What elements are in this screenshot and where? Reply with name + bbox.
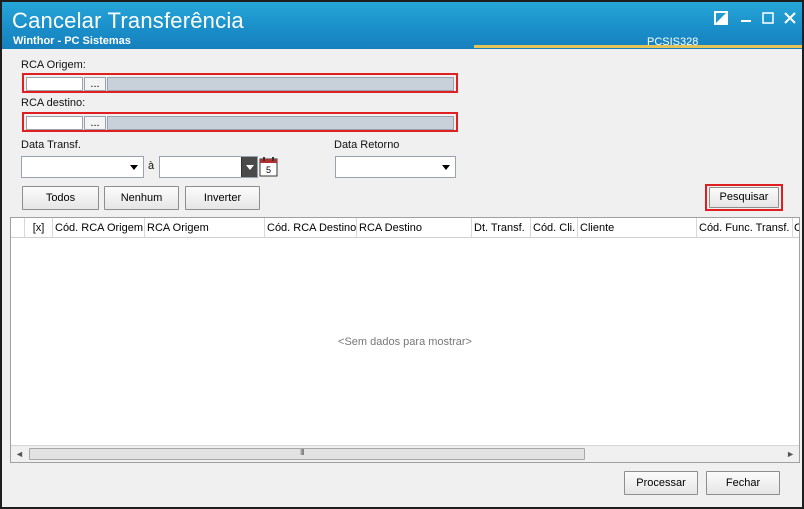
- row-indicator-column: [11, 218, 25, 238]
- column-select[interactable]: [x]: [25, 218, 53, 238]
- data-transf-start-dropdown[interactable]: [21, 156, 144, 178]
- footer-bar: Processar Fechar: [2, 465, 802, 507]
- data-retorno-label: Data Retorno: [334, 139, 400, 151]
- todos-button[interactable]: Todos: [22, 186, 99, 210]
- scroll-right-icon[interactable]: ►: [786, 449, 795, 459]
- filter-panel: RCA Origem: ... RCA destino: ... Data Tr…: [2, 49, 802, 215]
- close-icon[interactable]: [783, 11, 797, 25]
- pesquisar-button[interactable]: Pesquisar: [709, 187, 779, 208]
- column-cod-func-transf[interactable]: Cód. Func. Transf.: [697, 218, 793, 238]
- inverter-button[interactable]: Inverter: [185, 186, 260, 210]
- fechar-button[interactable]: Fechar: [706, 471, 780, 495]
- data-transf-label: Data Transf.: [21, 139, 81, 151]
- data-retorno-dropdown[interactable]: [335, 156, 456, 178]
- column-cod-rca-origem[interactable]: Cód. RCA Origem: [53, 218, 145, 238]
- scroll-left-icon[interactable]: ◄: [15, 449, 24, 459]
- rca-destino-code-input[interactable]: [26, 116, 83, 130]
- rca-origem-label: RCA Origem:: [21, 59, 86, 71]
- title-accent-line: [474, 45, 802, 48]
- maximize-icon[interactable]: [761, 11, 775, 25]
- rca-origem-lookup-button[interactable]: ...: [84, 77, 106, 91]
- scrollbar-thumb[interactable]: III: [29, 448, 585, 460]
- column-truncated[interactable]: C: [793, 218, 799, 238]
- restore-icon[interactable]: [714, 11, 728, 25]
- rca-origem-name-field: [107, 77, 454, 91]
- nenhum-button[interactable]: Nenhum: [104, 186, 179, 210]
- column-cod-cli[interactable]: Cód. Cli.: [531, 218, 578, 238]
- processar-button[interactable]: Processar: [624, 471, 698, 495]
- app-window: Cancelar Transferência Winthor - PC Sist…: [0, 0, 804, 509]
- window-title: Cancelar Transferência: [12, 8, 244, 33]
- date-range-separator: à: [148, 160, 155, 172]
- chevron-down-icon: [130, 165, 138, 170]
- rca-destino-lookup-button[interactable]: ...: [84, 116, 106, 130]
- minimize-icon[interactable]: [739, 11, 753, 25]
- chevron-down-icon: [241, 157, 257, 177]
- calendar-icon[interactable]: 5: [259, 157, 278, 177]
- title-bar: Cancelar Transferência Winthor - PC Sist…: [2, 2, 802, 49]
- horizontal-scrollbar[interactable]: ◄ III ►: [11, 445, 799, 462]
- window-subtitle: Winthor - PC Sistemas: [13, 35, 131, 47]
- rca-origem-code-input[interactable]: [26, 77, 83, 91]
- column-cod-rca-destino[interactable]: Cód. RCA Destino: [265, 218, 357, 238]
- column-cliente[interactable]: Cliente: [578, 218, 697, 238]
- chevron-down-icon: [442, 165, 450, 170]
- scroll-grip-icon: III: [300, 448, 305, 457]
- rca-destino-label: RCA destino:: [21, 97, 86, 109]
- empty-grid-message: <Sem dados para mostrar>: [338, 336, 472, 348]
- column-dt-transf[interactable]: Dt. Transf.: [472, 218, 531, 238]
- rca-destino-name-field: [107, 116, 454, 130]
- column-rca-destino[interactable]: RCA Destino: [357, 218, 472, 238]
- transfers-grid[interactable]: [x] Cód. RCA Origem RCA Origem Cód. RCA …: [10, 217, 800, 463]
- calendar-day-text: 5: [266, 165, 271, 175]
- column-rca-origem[interactable]: RCA Origem: [145, 218, 265, 238]
- grid-header: [x] Cód. RCA Origem RCA Origem Cód. RCA …: [11, 218, 799, 238]
- data-transf-end-dropdown[interactable]: [159, 156, 258, 178]
